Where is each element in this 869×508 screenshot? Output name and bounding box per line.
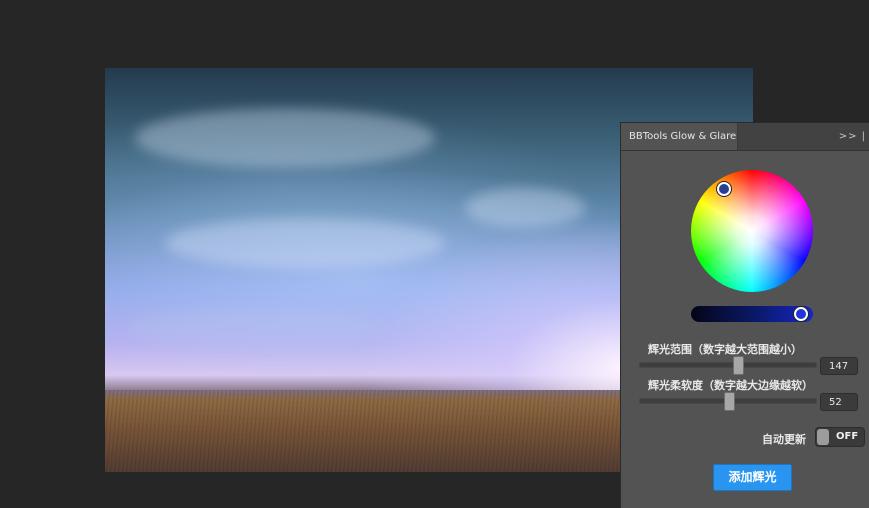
color-wheel[interactable] bbox=[691, 170, 813, 292]
auto-update-toggle[interactable]: OFF bbox=[815, 427, 865, 447]
auto-update-label: 自动更新 bbox=[762, 433, 806, 446]
brightness-slider-handle[interactable] bbox=[794, 307, 808, 321]
add-glow-button[interactable]: 添加辉光 bbox=[713, 464, 792, 491]
glow-range-slider-track[interactable] bbox=[639, 362, 817, 368]
glow-range-value-input[interactable]: 147 bbox=[820, 357, 858, 375]
glow-range-label: 辉光范围（数字越大范围越小） bbox=[648, 343, 802, 356]
color-wheel-handle[interactable] bbox=[717, 182, 731, 196]
panel-tabbar: BBTools Glow & Glare >> | bbox=[621, 123, 869, 151]
softness-label: 辉光柔软度（数字越大边缘越软） bbox=[648, 379, 813, 392]
toggle-state-text: OFF bbox=[836, 431, 859, 442]
glow-range-slider-thumb[interactable] bbox=[733, 356, 744, 375]
softness-slider-thumb[interactable] bbox=[724, 392, 735, 411]
glow-glare-panel: BBTools Glow & Glare >> | 辉光范围（数字越大范围越小）… bbox=[620, 122, 869, 508]
softness-value-input[interactable]: 52 bbox=[820, 393, 858, 411]
panel-tab-bbtools[interactable]: BBTools Glow & Glare bbox=[621, 123, 738, 150]
toggle-knob bbox=[817, 429, 829, 445]
flyout-menu-icon[interactable]: >> | bbox=[839, 123, 866, 150]
